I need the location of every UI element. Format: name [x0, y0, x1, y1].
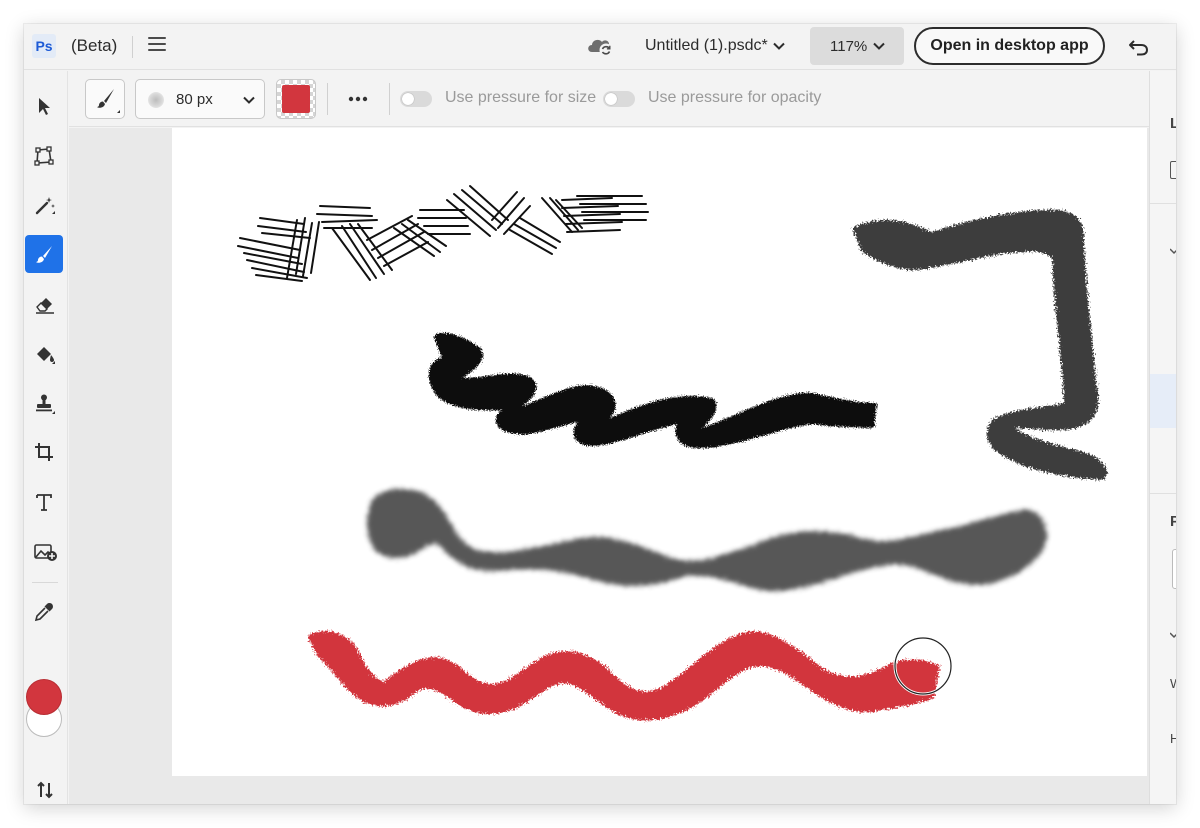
pressure-size-label: Use pressure for size [445, 89, 597, 106]
document-canvas[interactable] [172, 128, 1147, 776]
brush-size-dropdown[interactable]: 80 px [135, 79, 265, 119]
hamburger-menu-icon[interactable] [148, 37, 168, 55]
brush-size-value: 80 px [176, 91, 213, 108]
open-in-desktop-button[interactable]: Open in desktop app [914, 27, 1105, 65]
zoom-level: 117% [830, 38, 868, 55]
panel-divider [1150, 203, 1176, 204]
panel-checkbox[interactable] [1170, 161, 1176, 179]
red-paint-stroke [307, 631, 940, 721]
type-icon [36, 494, 52, 511]
chevron-down-icon[interactable] [772, 39, 786, 53]
chevron-down-icon [243, 96, 255, 104]
cloud-sync-icon[interactable] [585, 34, 615, 58]
panel-letter-l: L [1170, 115, 1176, 132]
left-toolbar [24, 71, 68, 804]
panel-letter-p: P [1170, 513, 1176, 530]
panel-divider [1150, 493, 1176, 494]
divider [132, 36, 133, 58]
right-properties-panel: L P W H [1149, 71, 1176, 804]
magic-wand-icon [35, 197, 55, 215]
brush-tool[interactable] [25, 235, 63, 273]
pressure-opacity-label: Use pressure for opacity [648, 89, 822, 106]
charcoal-stroke [428, 332, 877, 449]
panel-input-field[interactable] [1172, 549, 1176, 589]
eyedropper-tool[interactable] [25, 593, 63, 631]
panel-letter-h: H [1170, 731, 1176, 746]
move-tool[interactable] [25, 87, 63, 125]
beta-label: (Beta) [71, 36, 118, 55]
pressure-size-toggle[interactable] [400, 91, 432, 107]
brush-preset-button[interactable] [85, 79, 125, 119]
photoshop-window: Ps (Beta) Untitled (1).psdc* 117% Open i… [24, 24, 1176, 804]
brush-icon [97, 89, 120, 113]
eyedropper-icon [34, 603, 53, 622]
divider [327, 83, 328, 115]
magic-wand-tool[interactable] [25, 186, 63, 224]
type-tool[interactable] [25, 483, 63, 521]
zoom-dropdown[interactable]: 117% [810, 27, 904, 65]
canvas-artwork[interactable] [172, 128, 1147, 776]
brush-icon [36, 246, 52, 263]
place-image-tool[interactable] [25, 532, 63, 570]
eraser-tool[interactable] [25, 285, 63, 323]
brush-options-bar: 80 px Use pressure for size Use pressure… [69, 71, 1149, 127]
soft-gray-stroke [367, 488, 1047, 591]
transform-icon [34, 146, 54, 166]
hatch-stroke [237, 185, 649, 282]
selected-layer-row[interactable] [1150, 374, 1176, 428]
crop-icon [35, 443, 53, 461]
crop-tool[interactable] [25, 433, 63, 471]
toolbar-divider [32, 582, 58, 583]
chevron-down-icon[interactable] [1170, 631, 1176, 639]
more-options-icon[interactable] [345, 87, 371, 111]
foreground-color-swatch[interactable] [26, 679, 62, 715]
workspace [69, 128, 1149, 804]
document-title[interactable]: Untitled (1).psdc* [645, 37, 768, 55]
eraser-icon [36, 298, 54, 314]
arrow-pointer-icon [39, 98, 50, 115]
paint-bucket-icon [37, 347, 55, 364]
brush-color-swatch[interactable] [276, 79, 316, 119]
top-bar: Ps (Beta) Untitled (1).psdc* 117% Open i… [24, 24, 1176, 70]
paint-bucket-tool[interactable] [25, 335, 63, 373]
divider [389, 83, 390, 115]
stamp-icon [36, 394, 55, 414]
undo-icon[interactable] [1128, 36, 1150, 58]
chevron-down-icon [873, 42, 885, 50]
dry-brush-stroke [852, 209, 1107, 480]
brush-color-fill [282, 85, 310, 113]
image-add-icon [34, 544, 57, 561]
ps-logo: Ps [32, 34, 56, 58]
clone-stamp-tool[interactable] [25, 384, 63, 422]
pressure-opacity-toggle[interactable] [603, 91, 635, 107]
chevron-down-icon[interactable] [1170, 247, 1176, 255]
swap-colors-icon[interactable] [35, 780, 55, 800]
brush-tip-preview-icon [148, 92, 164, 108]
panel-letter-w: W [1170, 676, 1176, 691]
transform-tool[interactable] [25, 137, 63, 175]
